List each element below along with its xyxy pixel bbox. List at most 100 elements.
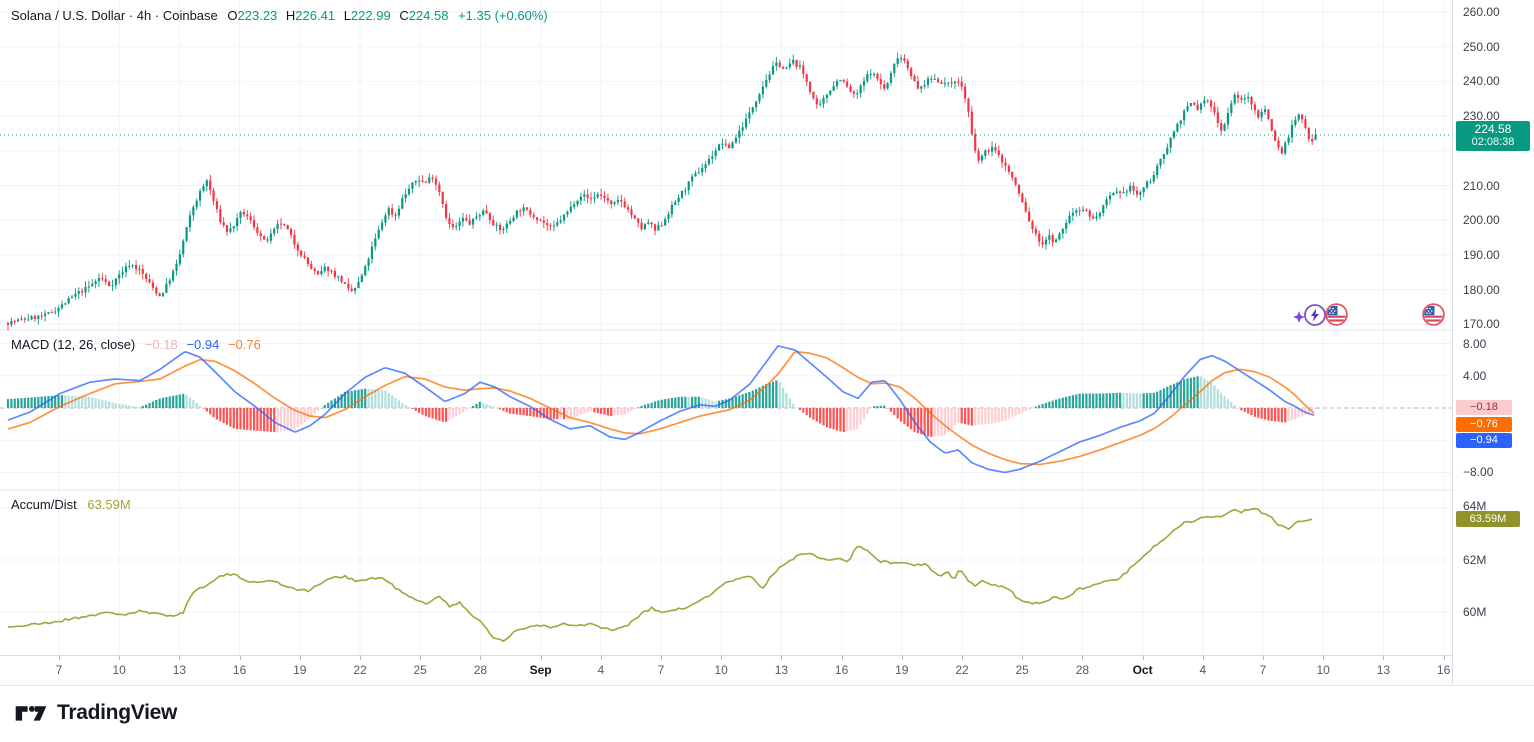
accum-dist-title[interactable]: Accum/Dist <box>11 497 77 512</box>
time-axis-tick <box>360 656 361 660</box>
bar-countdown: 02:08:38 <box>1471 136 1515 148</box>
time-axis-tick <box>119 656 121 660</box>
time-label: 28 <box>473 663 488 677</box>
interval-label[interactable]: 4h <box>137 8 151 23</box>
legend-separator-2: · <box>154 8 160 23</box>
low-label: L <box>343 8 351 23</box>
time-label: 7 <box>1259 663 1267 677</box>
exchange-label: Coinbase <box>162 8 218 23</box>
price-scale-label: 210.00 <box>1463 179 1500 193</box>
time-label: 13 <box>172 663 187 677</box>
time-axis-tick <box>540 656 542 660</box>
time-label: 16 <box>834 663 849 677</box>
time-label: 7 <box>55 663 63 677</box>
accum-dist-line <box>7 507 1313 643</box>
time-axis-tick <box>1202 656 1204 660</box>
time-label: 16 <box>232 663 247 677</box>
price-scale[interactable]: 260.00 250.00 240.00 230.00 210.00 200.00 190.… <box>1452 0 1534 684</box>
price-scale-label: 170.00 <box>1463 317 1500 331</box>
time-label-sep: Sep <box>529 663 552 677</box>
legend-separator-1: · <box>128 8 134 23</box>
last-price-badge: 224.58 02:08:38 <box>1456 121 1530 151</box>
time-label: 16 <box>1436 663 1451 677</box>
macd-scale-label: −8.00 <box>1463 465 1494 479</box>
time-label: 22 <box>353 663 367 677</box>
macd-signal-value: −0.76 <box>227 337 261 352</box>
price-scale-label: 240.00 <box>1463 74 1500 88</box>
time-axis[interactable]: 7 10 13 16 19 22 25 28 Sep 4 7 10 13 16 19 22 25 28 Oct 4 7 1… <box>0 655 1534 686</box>
price-scale-label: 260.00 <box>1463 5 1500 19</box>
time-axis-tick <box>179 656 181 660</box>
open-label: O <box>227 8 238 23</box>
time-axis-tick <box>299 656 301 660</box>
last-price-value: 224.58 <box>1474 122 1512 136</box>
time-label: 4 <box>1199 663 1207 677</box>
time-axis-tick <box>1022 656 1024 660</box>
candles-layer <box>0 52 1452 331</box>
macd-title[interactable]: MACD (12, 26, close) <box>11 337 135 352</box>
price-scale-label: 200.00 <box>1463 213 1500 227</box>
time-label: 7 <box>657 663 665 677</box>
time-label: 25 <box>413 663 427 677</box>
time-axis-tick <box>661 656 662 660</box>
time-label: 13 <box>774 663 789 677</box>
symbol-legend[interactable]: Solana / U.S. Dollar · 4h · Coinbase O22… <box>11 8 548 23</box>
time-axis-tick <box>239 656 241 660</box>
us-flag-event-icon[interactable] <box>1324 302 1349 332</box>
time-label: 28 <box>1075 663 1090 677</box>
time-label: 19 <box>895 663 909 677</box>
macd-legend[interactable]: MACD (12, 26, close) −0.18 −0.94 −0.76 <box>11 337 261 352</box>
macd-scale-label: 4.00 <box>1463 369 1487 383</box>
low-value: 222.99 <box>350 8 391 23</box>
tradingview-chart-window: Solana / U.S. Dollar · 4h · Coinbase O22… <box>0 0 1534 742</box>
time-axis-tick <box>841 656 843 660</box>
open-value: 223.23 <box>237 8 278 23</box>
time-axis-tick <box>1142 656 1144 660</box>
ad-scale-label: 60M <box>1463 605 1487 619</box>
macd-hist-badge: −0.18 <box>1456 400 1512 415</box>
high-label: H <box>285 8 296 23</box>
close-value: 224.58 <box>408 8 449 23</box>
time-axis-tick <box>1082 656 1084 660</box>
accum-dist-value: 63.59M <box>87 497 131 512</box>
macd-signal-badge: −0.76 <box>1456 417 1512 432</box>
ad-scale-label: 62M <box>1463 553 1487 567</box>
tradingview-logo[interactable]: TradingView <box>14 699 177 727</box>
time-label: 10 <box>1316 663 1330 677</box>
price-scale-label: 250.00 <box>1463 40 1500 54</box>
time-axis-tick <box>1383 656 1385 660</box>
time-label: 22 <box>955 663 969 677</box>
macd-hist-value: −0.18 <box>144 337 178 352</box>
close-label: C <box>399 8 409 23</box>
time-label: 19 <box>293 663 307 677</box>
time-axis-tick <box>1263 656 1264 660</box>
symbol-title[interactable]: Solana / U.S. Dollar <box>11 8 125 23</box>
change-value: +1.35 (+0.60%) <box>458 8 548 23</box>
time-axis-tick <box>59 656 60 660</box>
us-flag-event-icon-2[interactable] <box>1421 302 1446 332</box>
time-axis-tick <box>480 656 482 660</box>
accum-dist-legend[interactable]: Accum/Dist 63.59M <box>11 497 131 512</box>
time-label: 13 <box>1376 663 1391 677</box>
time-axis-tick <box>1443 656 1445 660</box>
macd-line-badge: −0.94 <box>1456 433 1512 448</box>
time-label: 10 <box>714 663 728 677</box>
time-label: 25 <box>1015 663 1029 677</box>
time-axis-tick <box>781 656 783 660</box>
time-axis-tick <box>962 656 963 660</box>
time-label: 10 <box>112 663 126 677</box>
macd-line-value: −0.94 <box>186 337 220 352</box>
high-value: 226.41 <box>295 8 336 23</box>
time-label: 4 <box>597 663 605 677</box>
time-axis-tick <box>420 656 422 660</box>
time-axis-tick <box>901 656 903 660</box>
time-axis-tick <box>721 656 723 660</box>
tradingview-logo-mark <box>15 706 47 721</box>
price-scale-label: 190.00 <box>1463 248 1500 262</box>
accum-dist-badge: 63.59M <box>1456 511 1520 527</box>
tradingview-logo-text: TradingView <box>57 701 178 724</box>
price-scale-label: 180.00 <box>1463 283 1500 297</box>
time-axis-tick <box>1323 656 1325 660</box>
time-label-oct: Oct <box>1132 663 1153 677</box>
time-axis-tick <box>600 656 602 660</box>
